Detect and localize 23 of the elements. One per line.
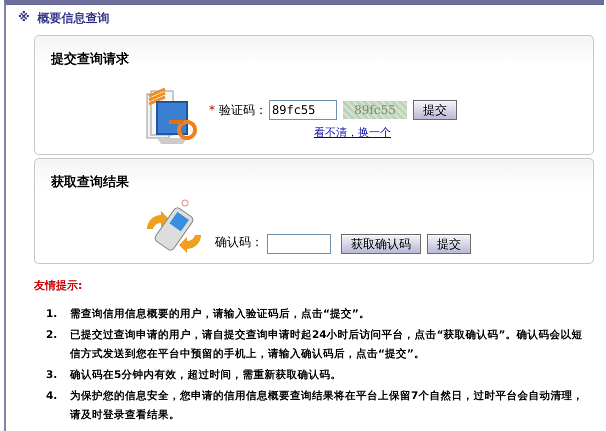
confirm-code-label: 确认码： (215, 234, 263, 251)
tip-text: 已提交过查询申请的用户，请自提交查询申请时起24小时后访问平台，点击“获取确认码”。确认码会以短信方式发送到您在平台中预留的手机上，请输入确认码后，点击“提交”。 (70, 328, 584, 362)
submit-button[interactable]: 提交 (413, 100, 457, 120)
captcha-label: 验证码： (219, 102, 267, 118)
submit-button[interactable]: 提交 (427, 234, 471, 254)
tip-text: 需查询信用信息概要的用户，请输入验证码后，点击“提交”。 (70, 306, 371, 322)
tip-text: 为保护您的信息安全，您申请的信用信息概要查询结果将在平台上保留7个自然日，过时平台会自动清理，请及时登录查看结果。 (70, 388, 584, 423)
captcha-input[interactable]: 89fc55 (269, 100, 337, 120)
captcha-image: 89fc55 (343, 101, 407, 119)
tips-heading: 友情提示: (32, 278, 84, 293)
tip-text: 确认码在5分钟内有效，超过时间，需重新获取确认码。 (70, 368, 342, 383)
get-code-button[interactable]: 获取确认码 (341, 234, 421, 254)
title-mark: ※ (18, 10, 30, 26)
tip-number: 3. (46, 368, 58, 383)
panel-heading: 提交查询请求 (50, 50, 130, 68)
refresh-captcha-link[interactable]: 看不清，换一个 (314, 125, 457, 140)
panel-heading: 获取查询结果 (50, 174, 130, 191)
tip-number: 1. (46, 307, 58, 322)
page-title: 概要信息查询 (38, 10, 110, 27)
confirm-code-input[interactable] (267, 234, 331, 254)
required-mark: * (209, 103, 215, 117)
tip-number: 2. (46, 328, 58, 343)
tip-number: 4. (46, 389, 58, 404)
